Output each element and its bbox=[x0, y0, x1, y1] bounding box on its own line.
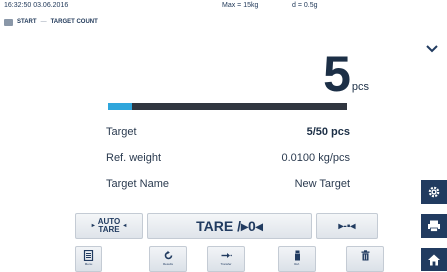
menu-button[interactable]: Menu bbox=[75, 246, 102, 272]
tool-button[interactable]: ▸-▪◂ bbox=[316, 213, 378, 239]
target-info-panel: Target 5/50 pcs Ref. weight 0.0100 kg/pc… bbox=[106, 126, 350, 204]
reference-button[interactable]: Ref. bbox=[278, 246, 316, 272]
results-button-label: Results bbox=[162, 262, 173, 266]
refresh-icon bbox=[164, 250, 172, 260]
info-label: Target bbox=[106, 126, 137, 138]
info-value: 0.0100 kg/pcs bbox=[281, 152, 351, 164]
home-icon bbox=[428, 254, 440, 265]
auto-tare-button[interactable]: ▸ AUTO TARE ◂ bbox=[75, 213, 143, 239]
settings-button[interactable] bbox=[421, 180, 447, 204]
max-capacity: Max = 15kg bbox=[222, 2, 259, 9]
datetime: 16:32:50 03.06.2016 bbox=[4, 2, 69, 9]
collapse-chevron-icon[interactable] bbox=[426, 40, 438, 53]
menu-icon bbox=[83, 250, 94, 261]
delete-button[interactable] bbox=[346, 246, 384, 272]
info-label: Ref. weight bbox=[106, 152, 162, 164]
tare-zero-label: TARE /▸0◂ bbox=[196, 217, 263, 234]
info-row-ref-weight: Ref. weight 0.0100 kg/pcs bbox=[106, 152, 350, 178]
menu-button-label: Menu bbox=[84, 262, 93, 266]
arrow-right-icon: ▸ bbox=[91, 223, 95, 229]
count-value: 5 bbox=[323, 46, 351, 102]
auto-tare-line2: TARE bbox=[98, 225, 120, 234]
info-row-target: Target 5/50 pcs bbox=[106, 126, 350, 152]
breadcrumb-separator: — bbox=[40, 19, 47, 25]
info-value: 5/50 pcs bbox=[306, 126, 350, 138]
results-button[interactable]: Results bbox=[149, 246, 187, 272]
trash-icon bbox=[361, 250, 369, 261]
info-value: New Target bbox=[294, 178, 350, 190]
auto-tare-label: AUTO TARE bbox=[98, 218, 121, 234]
print-button[interactable] bbox=[421, 214, 447, 238]
info-row-target-name: Target Name New Target bbox=[106, 178, 350, 204]
tare-zero-button[interactable]: TARE /▸0◂ bbox=[147, 213, 312, 239]
reference-button-label: Ref. bbox=[294, 262, 300, 266]
transfer-button-label: Transfer bbox=[220, 262, 232, 266]
scale-icon bbox=[4, 18, 13, 26]
progress-fill bbox=[108, 103, 132, 110]
count-unit: pcs bbox=[351, 81, 369, 93]
transfer-icon bbox=[221, 253, 232, 258]
target-progress-bar bbox=[108, 103, 347, 110]
gear-icon bbox=[428, 186, 440, 198]
printer-icon bbox=[428, 220, 440, 232]
breadcrumb-current: TARGET COUNT bbox=[50, 19, 98, 25]
home-button[interactable] bbox=[421, 248, 447, 271]
tool-label: ▸-▪◂ bbox=[338, 220, 356, 232]
weight-icon bbox=[294, 250, 300, 261]
arrow-left-icon: ◂ bbox=[123, 223, 127, 229]
count-readout: 5 pcs bbox=[323, 46, 369, 102]
info-label: Target Name bbox=[106, 178, 169, 190]
breadcrumb: START — TARGET COUNT bbox=[4, 17, 98, 27]
transfer-button[interactable]: Transfer bbox=[207, 246, 245, 272]
status-bar: 16:32:50 03.06.2016 Max = 15kg d = 0.5g bbox=[4, 2, 444, 14]
readability: d = 0.5g bbox=[292, 2, 318, 9]
breadcrumb-start[interactable]: START bbox=[17, 19, 37, 25]
